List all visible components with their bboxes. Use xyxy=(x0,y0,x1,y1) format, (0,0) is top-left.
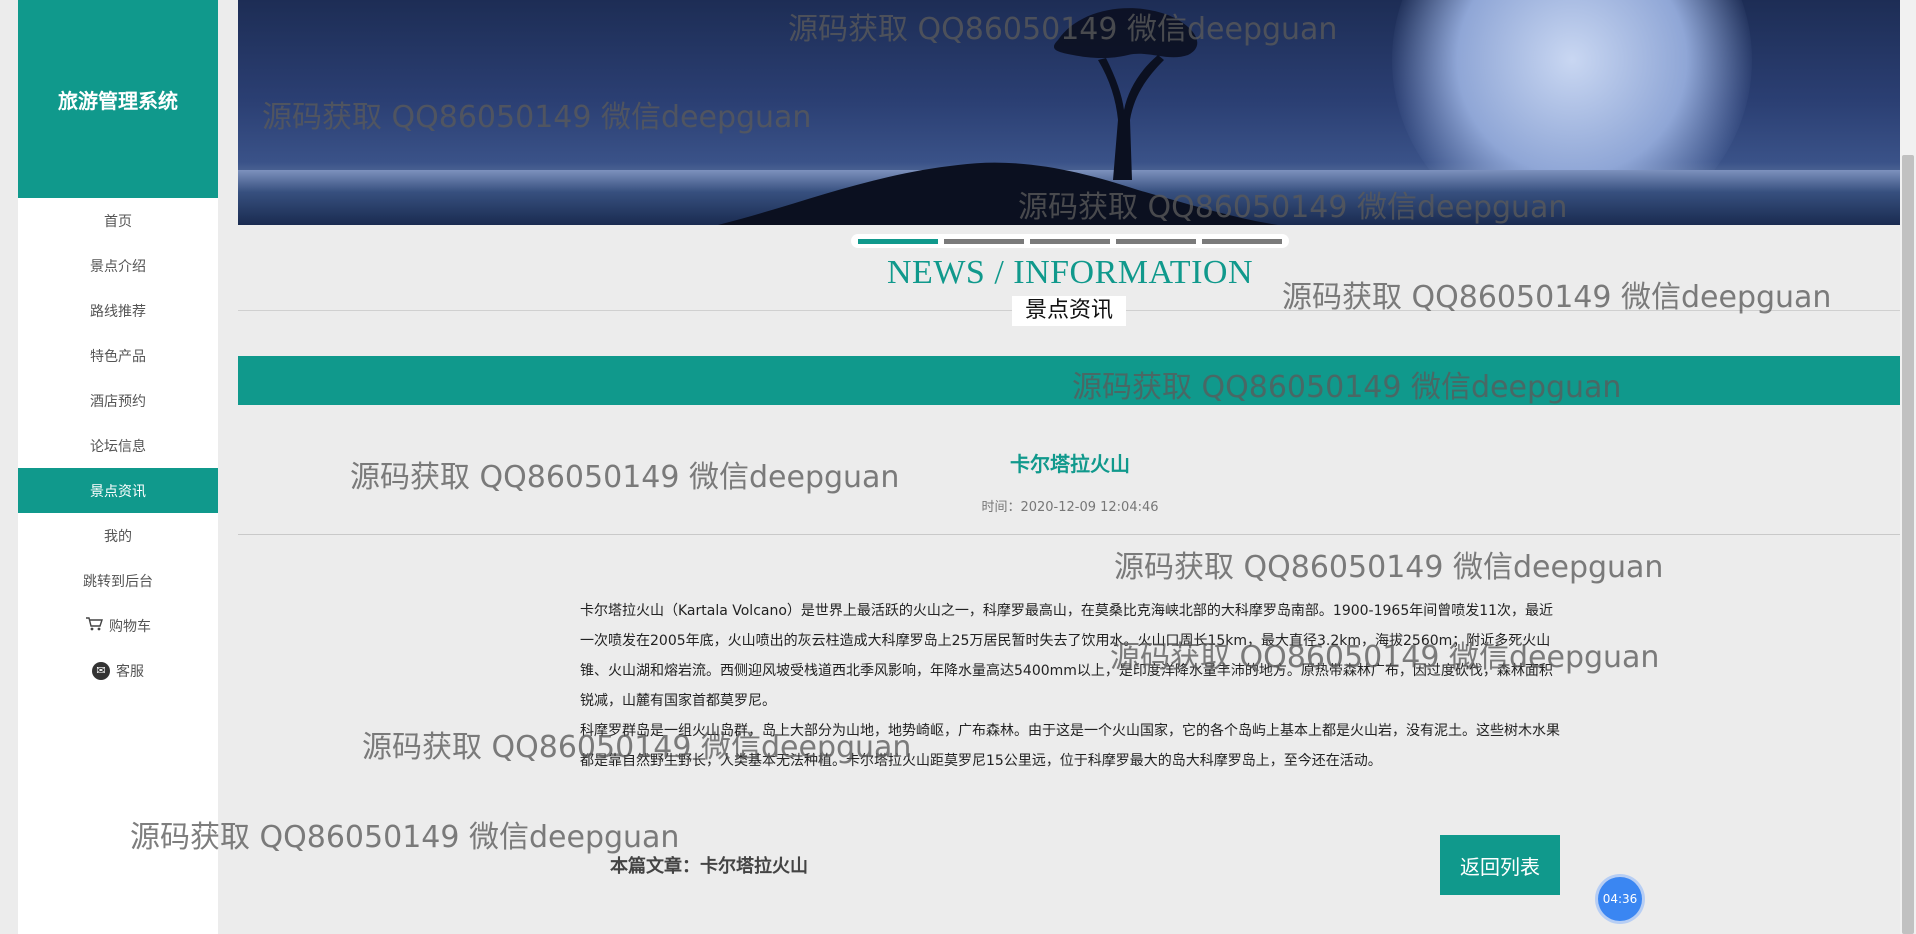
sidebar: 旅游管理系统 首页 景点介绍 路线推荐 特色产品 酒店预约 论坛信息 景点资讯 … xyxy=(18,0,218,934)
carousel-dot[interactable] xyxy=(1116,238,1196,244)
brand-logo: 旅游管理系统 xyxy=(18,0,218,198)
tree-silhouette xyxy=(1053,8,1198,180)
sidebar-item-label: 论坛信息 xyxy=(90,438,146,455)
banner-image xyxy=(238,0,1902,225)
back-to-list-button[interactable]: 返回列表 xyxy=(1440,835,1560,895)
carousel-dot[interactable] xyxy=(858,238,938,244)
sidebar-item-news[interactable]: 景点资讯 xyxy=(18,468,218,513)
sidebar-item-home[interactable]: 首页 xyxy=(18,198,218,243)
article-paragraph: 卡尔塔拉火山（Kartala Volcano）是世界上最活跃的火山之一，科摩罗最… xyxy=(580,603,1554,709)
section-bar xyxy=(238,356,1902,405)
article-paragraph: 科摩罗群岛是一组火山岛群，岛上大部分为山地，地势崎岖，广布森林。由于这是一个火山… xyxy=(580,723,1560,769)
sidebar-item-service[interactable]: ✉ 客服 xyxy=(18,648,218,693)
carousel-indicator xyxy=(851,234,1289,248)
sidebar-item-label: 路线推荐 xyxy=(90,303,146,320)
carousel-dot[interactable] xyxy=(1202,238,1282,244)
sidebar-item-cart[interactable]: 购物车 xyxy=(18,603,218,648)
article-time: 时间：2020-12-09 12:04:46 xyxy=(981,500,1159,515)
section-title-en: NEWS / INFORMATION xyxy=(887,254,1253,291)
article-body: 卡尔塔拉火山（Kartala Volcano）是世界上最活跃的火山之一，科摩罗最… xyxy=(580,596,1560,776)
sidebar-item-label: 我的 xyxy=(104,528,132,545)
divider xyxy=(238,534,1902,535)
carousel-dot[interactable] xyxy=(944,238,1024,244)
sidebar-item-admin[interactable]: 跳转到后台 xyxy=(18,558,218,603)
sidebar-item-products[interactable]: 特色产品 xyxy=(18,333,218,378)
sidebar-item-hotel[interactable]: 酒店预约 xyxy=(18,378,218,423)
article-footer-label: 本篇文章：卡尔塔拉火山 xyxy=(610,856,808,877)
scrollbar-thumb[interactable] xyxy=(1902,155,1914,934)
sidebar-item-label: 景点资讯 xyxy=(90,483,146,500)
sidebar-item-label: 酒店预约 xyxy=(90,393,146,410)
sidebar-item-attractions[interactable]: 景点介绍 xyxy=(18,243,218,288)
timer-badge[interactable]: 04:36 xyxy=(1598,877,1642,921)
sidebar-item-label: 首页 xyxy=(104,213,132,230)
wechat-icon: ✉ xyxy=(92,661,110,680)
sidebar-item-routes[interactable]: 路线推荐 xyxy=(18,288,218,333)
cart-icon xyxy=(85,616,103,636)
article-title: 卡尔塔拉火山 xyxy=(1010,452,1130,476)
section-title-cn: 景点资讯 xyxy=(1012,296,1126,326)
watermark: 源码获取 QQ86050149 微信deepguan xyxy=(1114,550,1664,585)
sidebar-item-mine[interactable]: 我的 xyxy=(18,513,218,558)
sidebar-item-label: 特色产品 xyxy=(90,348,146,365)
sidebar-item-forum[interactable]: 论坛信息 xyxy=(18,423,218,468)
sidebar-item-label: 购物车 xyxy=(109,618,151,635)
carousel-dot[interactable] xyxy=(1030,238,1110,244)
sidebar-nav: 首页 景点介绍 路线推荐 特色产品 酒店预约 论坛信息 景点资讯 我的 跳转到后… xyxy=(18,198,218,693)
sidebar-item-label: 景点介绍 xyxy=(90,258,146,275)
sidebar-item-label: 跳转到后台 xyxy=(83,573,153,590)
page-scrollbar[interactable] xyxy=(1900,0,1916,934)
sidebar-item-label: 客服 xyxy=(116,663,144,680)
